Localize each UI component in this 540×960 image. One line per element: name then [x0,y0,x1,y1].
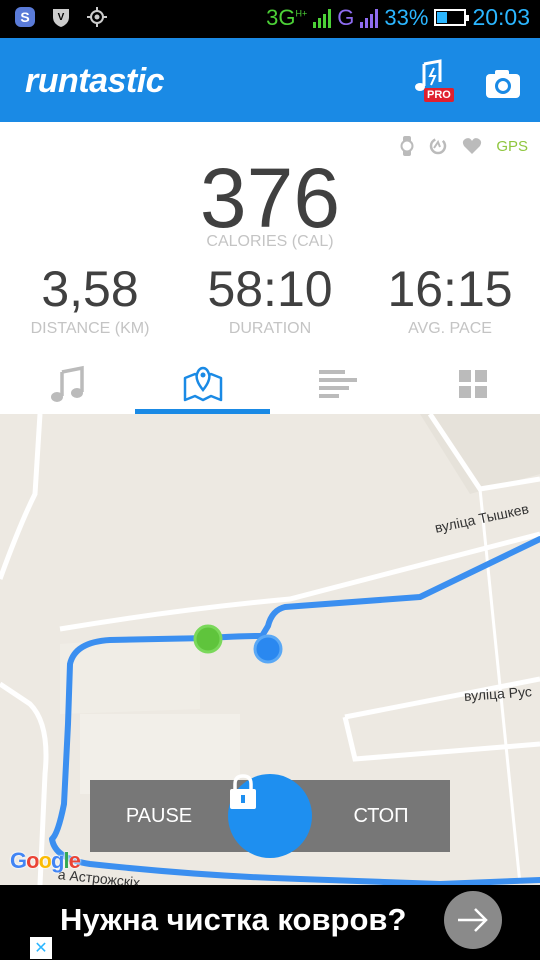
duration-stat[interactable]: 58:10 DURATION [180,260,360,338]
svg-text:V: V [58,12,65,23]
pace-label: AVG. PACE [408,320,492,337]
calories-label: CALORIES (CAL) [206,233,334,250]
arrow-right-icon [458,908,488,932]
grid-icon [458,370,487,398]
ad-text: Нужна чистка ковров? [60,902,407,937]
route-map[interactable]: вуліца Тышкев вуліца Рус а Астрожскіх Go… [0,414,540,885]
s-app-icon: S [14,6,36,28]
view-tabs [0,354,540,414]
duration-value: 58:10 [207,261,333,317]
battery-icon [434,9,470,26]
map-pin-icon [183,366,222,402]
google-attribution: Google [10,848,81,873]
status-bar: S V 3GH+ G 33% 20:03 [0,0,540,38]
ad-banner[interactable]: Нужна чистка ковров? ✕ [0,885,540,960]
clock: 20:03 [472,4,530,30]
camera-button[interactable] [484,68,522,100]
tab-splits[interactable] [270,354,405,414]
tab-map[interactable] [135,354,270,414]
music-pro-button[interactable]: PRO [410,58,456,104]
bar-list-icon [318,370,357,398]
shield-icon: V [50,6,72,28]
music-note-icon [50,365,84,402]
camera-icon [486,70,520,98]
stats-panel: GPS 376 CALORIES (CAL) 3,58 DISTANCE (KM… [0,122,540,414]
current-position-marker [253,634,283,664]
ad-arrow-button[interactable] [444,891,502,949]
ad-close-button[interactable]: ✕ [30,937,52,959]
stop-button[interactable]: СТОП [312,780,450,852]
tab-music[interactable] [0,354,135,414]
svg-text:S: S [20,9,29,25]
signal-strength-2-icon [360,8,379,28]
network-g-label: G [337,4,355,30]
runtastic-logo: runtastic [25,62,165,100]
signal-strength-icon [313,8,332,28]
app-bar: runtastic PRO [0,38,540,122]
session-controls: PAUSE СТОП [90,774,450,858]
tab-dashboard[interactable] [405,354,540,414]
distance-label: DISTANCE (KM) [30,320,150,337]
crosshair-icon [86,6,108,28]
distance-stat[interactable]: 3,58 DISTANCE (KM) [0,260,180,338]
lock-icon [230,774,256,809]
battery-percent: 33% [384,4,429,30]
pace-stat[interactable]: 16:15 AVG. PACE [360,260,540,338]
lock-button[interactable] [228,774,312,858]
pause-button[interactable]: PAUSE [90,780,228,852]
network-3g-label: 3GH+ [266,4,308,30]
distance-value: 3,58 [41,261,139,317]
start-marker [193,624,223,654]
pro-badge: PRO [424,88,454,102]
duration-label: DURATION [228,320,312,337]
pace-value: 16:15 [387,261,513,317]
